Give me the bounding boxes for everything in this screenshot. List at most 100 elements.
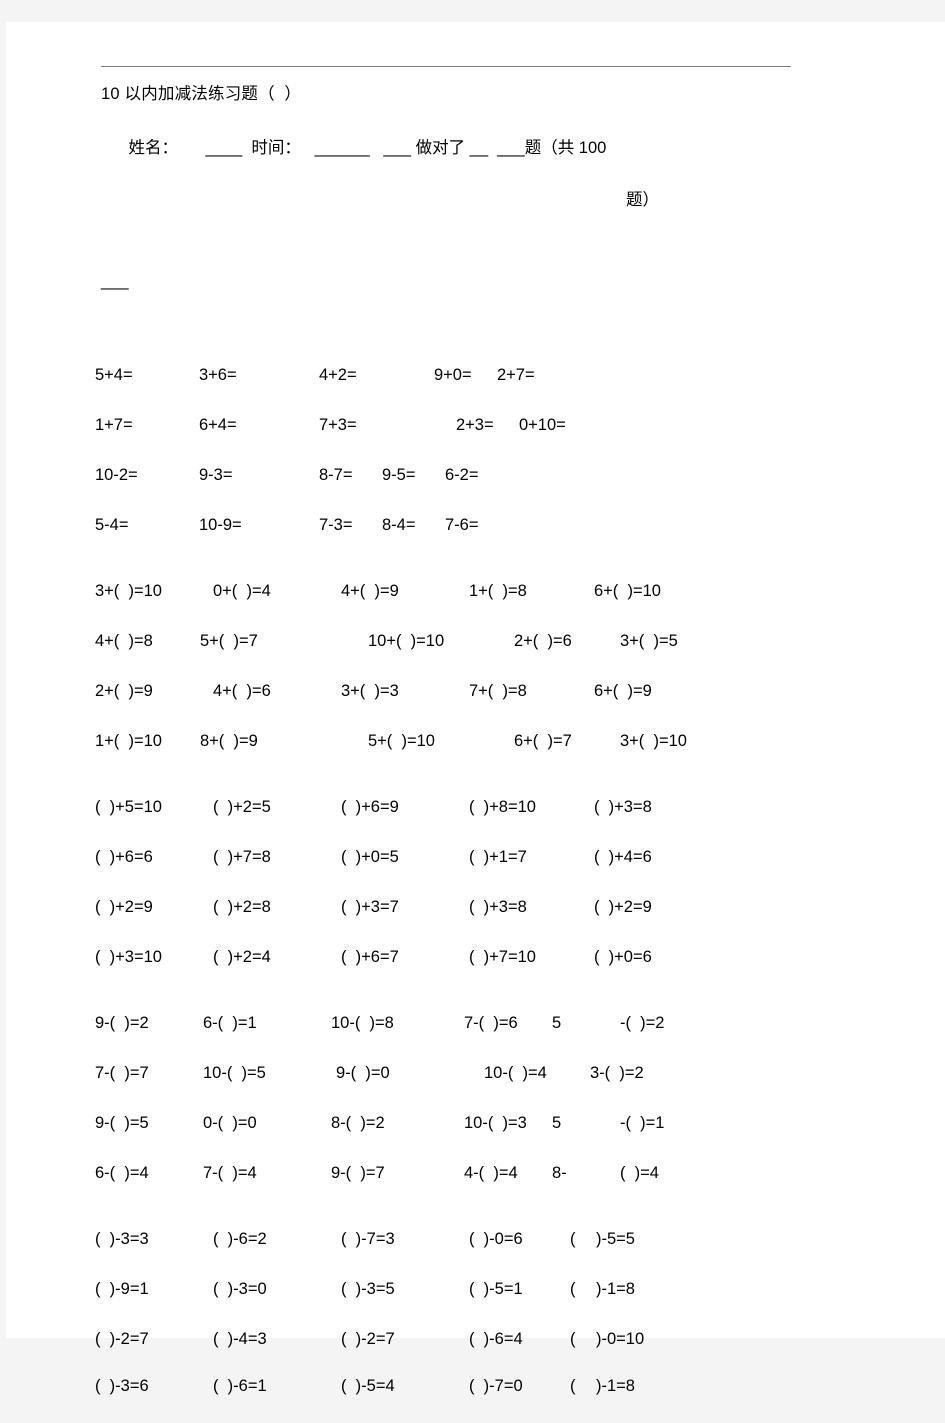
problem-item: ( )+6=9: [341, 798, 399, 816]
problem-item: 5-4=: [95, 516, 129, 534]
problem-row: 9-( )=5 0-( )=0 8-( )=2 10-( )=3 5 -( )=…: [95, 1113, 795, 1163]
problem-item: ( )-5=1: [469, 1280, 523, 1298]
problem-item: 7-( )=4: [203, 1164, 257, 1182]
problem-row: 6-( )=4 7-( )=4 9-( )=7 4-( )=4 8- ( )=4: [95, 1163, 795, 1213]
problem-item: 6-2=: [445, 466, 479, 484]
problem-item: 1+7=: [95, 416, 133, 434]
problem-item: 3+( )=5: [620, 632, 678, 650]
problem-item: 6-( )=4: [95, 1164, 149, 1182]
problem-item: ( )-9=1: [95, 1280, 149, 1298]
problem-item: ( )+2=4: [213, 948, 271, 966]
problem-item-fragment: )-0=10: [596, 1330, 645, 1348]
problem-item: 7-6=: [445, 516, 479, 534]
problem-item-fragment: (: [570, 1280, 576, 1298]
problem-row: ( )+6=6 ( )+7=8 ( )+0=5 ( )+1=7 ( )+4=6: [95, 847, 795, 897]
problem-item: ( )+8=10: [469, 798, 536, 816]
problem-item: ( )+0=5: [341, 848, 399, 866]
problem-item: 6+( )=7: [514, 732, 572, 750]
problem-item: ( )+2=9: [594, 898, 652, 916]
problem-item: ( )-6=2: [213, 1230, 267, 1248]
problem-item: 10-( )=3: [464, 1114, 527, 1132]
problem-item: 9-5=: [382, 466, 416, 484]
problem-item: 9-( )=2: [95, 1014, 149, 1032]
problem-item-fragment: (: [570, 1377, 576, 1395]
problem-item: ( )-2=7: [341, 1330, 395, 1348]
problem-item: 10-( )=4: [484, 1064, 547, 1082]
problem-item-fragment: -( )=2: [620, 1014, 665, 1032]
problem-item: ( )-6=1: [213, 1377, 267, 1395]
student-info-tail2: ___: [101, 272, 129, 290]
problem-item-fragment: 8-: [552, 1164, 567, 1182]
student-info-line: 姓名： ____ 时间： ______ ___ 做对了 __ ___题（共 10…: [101, 108, 791, 349]
problem-item: 7+3=: [319, 416, 357, 434]
problem-item: 6+( )=10: [594, 582, 661, 600]
problem-item: 0-( )=0: [203, 1114, 257, 1132]
problem-item: 1+( )=10: [95, 732, 162, 750]
problem-item: 3+( )=10: [620, 732, 687, 750]
problem-item: 3+( )=10: [95, 582, 162, 600]
problem-item: 5+( )=7: [200, 632, 258, 650]
problem-item: 10-( )=8: [331, 1014, 394, 1032]
problem-block-missing-subtrahend: 9-( )=2 6-( )=1 10-( )=8 7-( )=6 5 -( )=…: [95, 1013, 795, 1213]
problem-item: 2+( )=9: [95, 682, 153, 700]
problem-item: 4+( )=8: [95, 632, 153, 650]
problem-item: 8+( )=9: [200, 732, 258, 750]
problem-row: ( )-9=1 ( )-3=0 ( )-3=5 ( )-5=1 ( )-1=8: [95, 1279, 795, 1329]
problem-row: ( )-2=7 ( )-4=3 ( )-2=7 ( )-6=4 ( )-0=10: [95, 1329, 795, 1376]
problem-item: 2+7=: [497, 366, 535, 384]
problem-item: 6+( )=9: [594, 682, 652, 700]
problem-item-fragment: -( )=1: [620, 1114, 665, 1132]
problem-item: ( )+5=10: [95, 798, 162, 816]
problem-item: 0+10=: [519, 416, 566, 434]
problem-item: 7-( )=7: [95, 1064, 149, 1082]
problem-row: ( )-3=3 ( )-6=2 ( )-7=3 ( )-0=6 ( )-5=5: [95, 1229, 795, 1279]
problem-block-missing-addend-left: ( )+5=10 ( )+2=5 ( )+6=9 ( )+8=10 ( )+3=…: [95, 797, 795, 997]
problem-row: ( )-3=6 ( )-6=1 ( )-5=4 ( )-7=0 ( )-1=8: [95, 1376, 795, 1423]
problem-block-basic-arithmetic: 5+4= 3+6= 4+2= 9+0= 2+7= 1+7= 6+4= 7+3= …: [95, 365, 795, 565]
problem-row: 3+( )=10 0+( )=4 4+( )=9 1+( )=8 6+( )=1…: [95, 581, 795, 631]
problem-item-fragment: 5: [552, 1114, 562, 1132]
problem-item: ( )-2=7: [95, 1330, 149, 1348]
student-info-tail: 题）: [626, 191, 659, 209]
problem-row: 10-2= 9-3= 8-7= 9-5= 6-2=: [95, 465, 795, 515]
problem-item-fragment: (: [570, 1330, 576, 1348]
problem-row: 7-( )=7 10-( )=5 9-( )=0 10-( )=4 3-( )=…: [95, 1063, 795, 1113]
worksheet-content: 10 以内加减法练习题（ ） 姓名： ____ 时间： ______ ___ 做…: [95, 66, 795, 1423]
problem-row: 9-( )=2 6-( )=1 10-( )=8 7-( )=6 5 -( )=…: [95, 1013, 795, 1063]
problem-block-missing-minuend: ( )-3=3 ( )-6=2 ( )-7=3 ( )-0=6 ( )-5=5 …: [95, 1229, 795, 1423]
problem-item: 3+6=: [199, 366, 237, 384]
problem-item: 8-7=: [319, 466, 353, 484]
problem-item: ( )+2=8: [213, 898, 271, 916]
problem-item-fragment: )-5=5: [596, 1230, 635, 1248]
problem-item: ( )+2=9: [95, 898, 153, 916]
problem-item: 9-3=: [199, 466, 233, 484]
problem-item: ( )+3=8: [469, 898, 527, 916]
problem-item: ( )-3=5: [341, 1280, 395, 1298]
problem-item: ( )-0=6: [469, 1230, 523, 1248]
problem-item-fragment: )-1=8: [596, 1377, 635, 1395]
problem-item: ( )+0=6: [594, 948, 652, 966]
problem-item: 7-3=: [319, 516, 353, 534]
problem-item: ( )-3=0: [213, 1280, 267, 1298]
problem-item: ( )+3=7: [341, 898, 399, 916]
problem-item: 10+( )=10: [368, 632, 445, 650]
problem-item-fragment: (: [570, 1230, 576, 1248]
problem-item: ( )+2=5: [213, 798, 271, 816]
problem-item: ( )+6=6: [95, 848, 153, 866]
problem-item: 2+( )=6: [514, 632, 572, 650]
problem-item: ( )+1=7: [469, 848, 527, 866]
problem-row: 5+4= 3+6= 4+2= 9+0= 2+7=: [95, 365, 795, 415]
problem-item: 9-( )=5: [95, 1114, 149, 1132]
problem-item: 10-( )=5: [203, 1064, 266, 1082]
problem-item: ( )+4=6: [594, 848, 652, 866]
problem-item: 4+2=: [319, 366, 357, 384]
problem-row: ( )+2=9 ( )+2=8 ( )+3=7 ( )+3=8 ( )+2=9: [95, 897, 795, 947]
problem-item: ( )+7=8: [213, 848, 271, 866]
problem-row: 5-4= 10-9= 7-3= 8-4= 7-6=: [95, 515, 795, 565]
problem-item: ( )+7=10: [469, 948, 536, 966]
problem-item: ( )-7=3: [341, 1230, 395, 1248]
student-info-main: 姓名： ____ 时间： ______ ___ 做对了 __ ___题（共 10…: [128, 139, 607, 157]
problem-item: 3+( )=3: [341, 682, 399, 700]
problem-row: 2+( )=9 4+( )=6 3+( )=3 7+( )=8 6+( )=9: [95, 681, 795, 731]
problem-item: 6-( )=1: [203, 1014, 257, 1032]
